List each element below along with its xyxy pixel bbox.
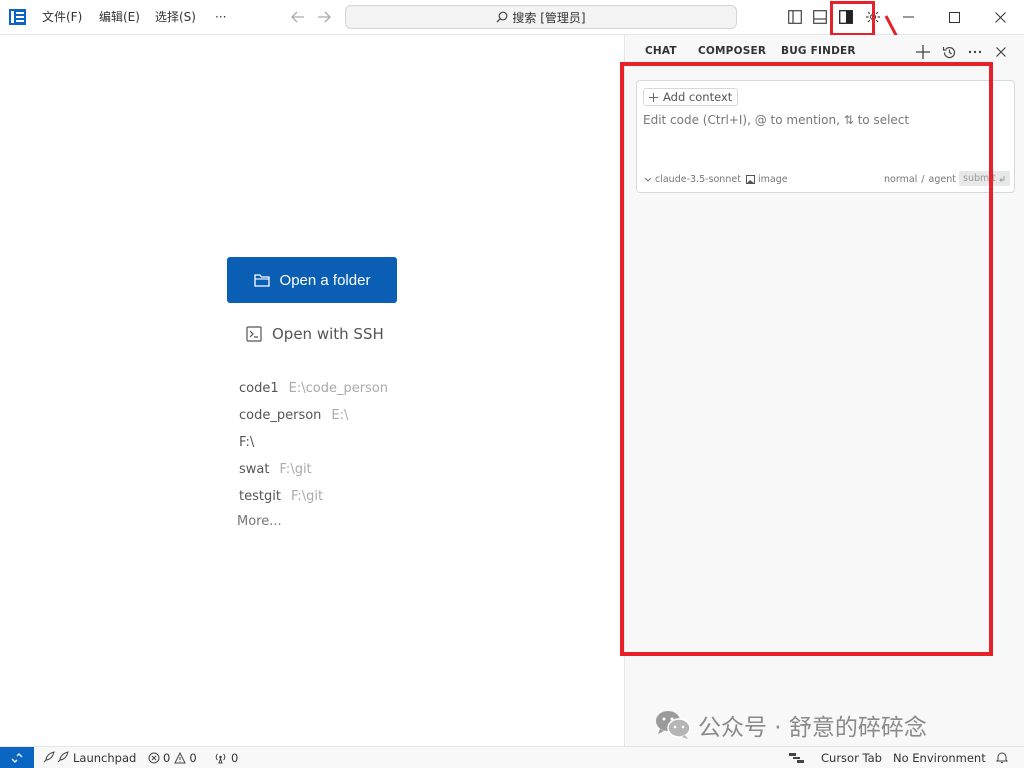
folder-icon <box>253 274 270 287</box>
forward-arrow-icon[interactable] <box>316 7 332 27</box>
menu-selection[interactable]: 选择(S) <box>155 0 196 35</box>
launchpad-label: Launchpad <box>73 750 137 765</box>
cursor-tab-label: Cursor Tab <box>821 750 882 765</box>
back-arrow-icon[interactable] <box>290 7 306 27</box>
tab-composer[interactable]: COMPOSER <box>698 45 766 57</box>
recent-item-path: F:\git <box>279 462 312 477</box>
ports-count: 0 <box>231 750 239 765</box>
open-ssh-label: Open with SSH <box>272 325 384 343</box>
enter-icon <box>998 175 1005 182</box>
app-logo-icon <box>9 9 26 25</box>
cursor-tab-item[interactable]: Cursor Tab <box>789 747 882 768</box>
recent-item-name[interactable]: testgit <box>239 489 281 504</box>
more-recent-link[interactable]: More... <box>237 514 282 529</box>
warning-icon <box>174 751 187 763</box>
recent-item-path: E:\code_person <box>288 381 389 396</box>
environment-item[interactable]: No Environment <box>893 747 986 768</box>
open-folder-button[interactable]: Open a folder <box>227 257 397 303</box>
more-options-icon[interactable] <box>967 44 983 60</box>
problems-indicator[interactable]: 0 0 <box>148 747 197 768</box>
menu-edit[interactable]: 编辑(E) <box>99 0 140 35</box>
watermark-text: 公众号 · 舒意的碎碎念 <box>698 715 927 741</box>
wechat-icon <box>656 711 691 739</box>
title-bar: 文件(F) 编辑(E) 选择(S) ··· 搜索 [管理员] <box>0 0 1024 36</box>
command-search-box[interactable]: 搜索 [管理员] <box>345 5 737 29</box>
open-folder-label: Open a folder <box>279 271 371 289</box>
rocket-icon <box>43 751 69 763</box>
watermark: 公众号 · 舒意的碎碎念 <box>654 708 927 742</box>
recent-item-name[interactable]: code1 <box>239 381 279 396</box>
new-chat-plus-icon[interactable] <box>915 44 931 60</box>
toggle-primary-sidebar-icon[interactable] <box>787 7 803 27</box>
recent-item-path: F:\git <box>290 489 324 504</box>
annotation-red-rectangle <box>620 62 993 656</box>
recent-item-name[interactable]: code_person <box>239 408 321 423</box>
launchpad-item[interactable]: Launchpad <box>42 747 136 768</box>
history-icon[interactable] <box>941 44 957 60</box>
terminal-icon <box>246 326 262 342</box>
recent-item[interactable]: swat F:\git <box>239 461 312 479</box>
close-panel-icon[interactable] <box>993 44 1009 60</box>
maximize-icon[interactable] <box>946 7 962 27</box>
menu-more[interactable]: ··· <box>215 0 226 35</box>
search-text: 搜索 [管理员] <box>512 10 586 25</box>
remote-connection-button[interactable] <box>0 747 34 768</box>
recent-item[interactable]: F:\ <box>239 434 254 452</box>
close-window-icon[interactable] <box>992 7 1008 27</box>
remote-icon <box>11 752 23 763</box>
error-count: 0 <box>163 750 171 765</box>
annotation-highlight-box <box>830 1 875 36</box>
recent-item[interactable]: testgit F:\git <box>239 488 323 506</box>
tab-chat[interactable]: CHAT <box>645 45 677 57</box>
recent-item[interactable]: code_person E:\ <box>239 407 348 425</box>
toggle-panel-icon[interactable] <box>812 7 828 27</box>
menu-file[interactable]: 文件(F) <box>42 0 82 35</box>
search-icon <box>496 11 508 23</box>
cursor-tab-icon <box>789 752 804 763</box>
recent-item[interactable]: code1 E:\code_person <box>239 380 388 398</box>
broadcast-icon <box>215 753 226 763</box>
status-bar: Launchpad 0 0 0 Cursor Tab No Environmen… <box>0 746 1024 768</box>
ports-indicator[interactable]: 0 <box>214 747 238 768</box>
recent-item-path: E:\ <box>331 408 349 423</box>
error-icon <box>148 752 160 763</box>
warning-count: 0 <box>189 750 197 765</box>
recent-item-name[interactable]: F:\ <box>239 435 254 450</box>
tab-bug-finder[interactable]: BUG FINDER <box>781 45 856 57</box>
open-with-ssh-button[interactable]: Open with SSH <box>246 322 384 346</box>
recent-item-name[interactable]: swat <box>239 462 269 477</box>
notifications-bell-icon[interactable] <box>996 747 1008 768</box>
environment-label: No Environment <box>893 750 986 765</box>
